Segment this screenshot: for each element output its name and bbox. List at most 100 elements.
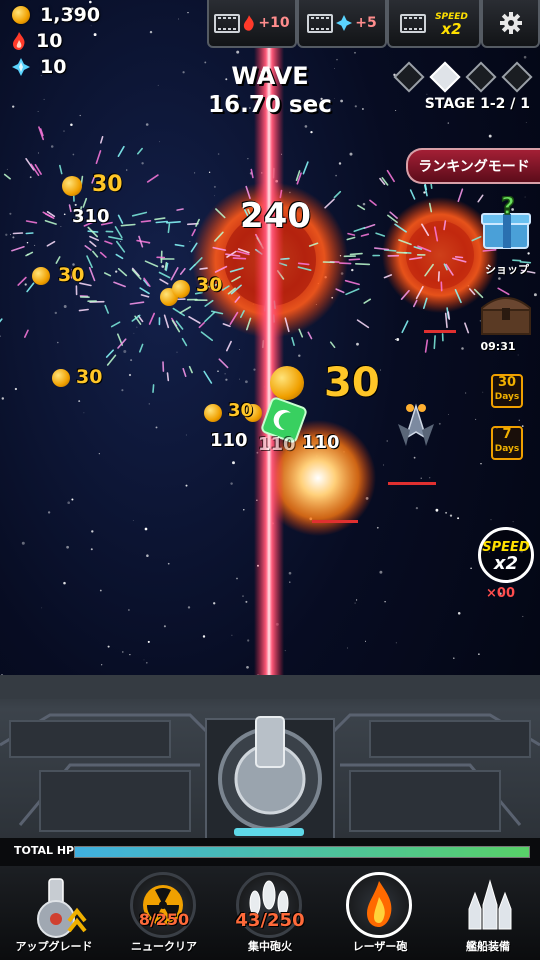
game-screen: 30 310 240 30 30 30 30 30 110 110 110 1,… [0, 0, 540, 960]
spark [204, 311, 215, 323]
spark [333, 190, 342, 199]
spark [346, 236, 356, 241]
laser-flame-icon [346, 872, 412, 938]
coin-drop [172, 280, 190, 298]
menu-label: レーザー砲 [352, 940, 408, 953]
stage-label: STAGE 1-2 / 1 [424, 96, 530, 112]
treasure-chest-button[interactable] [478, 288, 536, 338]
spark [338, 262, 352, 265]
spark [354, 262, 371, 266]
spark [120, 223, 136, 227]
damage-number: 310 [72, 206, 110, 227]
spark [166, 372, 170, 382]
spark [164, 261, 168, 271]
spark [226, 340, 232, 352]
spark [369, 199, 377, 206]
spark [188, 315, 201, 324]
damage-number-large: 240 [240, 196, 311, 236]
damage-number: 110 [210, 430, 248, 451]
spark [140, 294, 150, 298]
upgrade-turret-icon [20, 872, 87, 938]
coin-drop [32, 267, 50, 285]
spark [99, 251, 107, 259]
spark [104, 304, 109, 314]
speed-x2-button[interactable]: SPEED x2 [478, 527, 534, 583]
coin-value-large: 30 [324, 360, 380, 406]
shop-button[interactable]: ? [478, 191, 536, 256]
spark [163, 314, 170, 329]
reward-7-days-button[interactable]: 7 Days [491, 426, 523, 460]
spark [344, 279, 360, 286]
spark [84, 245, 92, 251]
gem-count: 10 [40, 56, 67, 78]
spark [117, 214, 124, 224]
spark [232, 257, 247, 260]
spark [158, 271, 171, 279]
booster-speed-ad[interactable]: SPEED x2 [387, 0, 481, 48]
spark [25, 220, 38, 224]
spark [26, 282, 35, 293]
spark [154, 217, 166, 221]
coin-drop [204, 404, 222, 422]
spark [329, 341, 336, 349]
laser-cannon-button[interactable]: レーザー砲 [332, 872, 428, 960]
spark [25, 251, 34, 257]
spark [357, 204, 366, 211]
barrage-button[interactable]: 43/250 集中砲火 [222, 872, 318, 960]
reward-30-days-button[interactable]: 30 Days [491, 374, 523, 408]
total-hp-bar [74, 846, 530, 858]
booster-gem-ad[interactable]: +5 [297, 0, 387, 48]
gear-icon [499, 12, 522, 34]
coin-value: 30 [58, 264, 85, 286]
spark [386, 169, 395, 183]
wave-title: WAVE [231, 62, 309, 90]
damage-number: 110 [258, 434, 296, 455]
video-ad-icon [400, 13, 427, 33]
spark [86, 255, 93, 269]
spark [159, 278, 169, 285]
spark [152, 384, 155, 394]
svg-text:?: ? [501, 196, 515, 220]
coin-drop-large [270, 366, 304, 400]
gem-icon [12, 58, 30, 76]
spark [25, 158, 35, 171]
spark [12, 232, 24, 235]
coin-value: 30 [228, 400, 254, 421]
spark [78, 308, 89, 312]
spark [396, 251, 408, 254]
spark [353, 226, 366, 233]
spark [68, 204, 72, 213]
spark [131, 268, 142, 280]
spark [188, 365, 193, 374]
spark [140, 220, 152, 223]
spark [167, 223, 171, 234]
ship-equipment-button[interactable]: 艦船装備 [440, 872, 536, 960]
days-number: 30 [497, 375, 517, 390]
spark [155, 220, 168, 224]
booster-fire-ad[interactable]: +10 [207, 0, 297, 48]
spark [464, 322, 470, 334]
spark [179, 306, 191, 314]
upgrade-button[interactable]: アップグレード [6, 872, 102, 960]
coin-drop [62, 176, 82, 196]
coin-icon [12, 6, 30, 24]
total-hp-fill [75, 847, 529, 857]
fire-balance: 10 [12, 30, 62, 52]
spark [55, 256, 61, 264]
spark [139, 343, 144, 353]
spark [360, 233, 370, 237]
spark [171, 319, 181, 333]
spark [115, 253, 124, 260]
spark [179, 267, 186, 275]
coin-count: 1,390 [40, 4, 101, 26]
spark [0, 318, 3, 323]
spark [447, 311, 451, 320]
settings-button[interactable] [481, 0, 540, 48]
fire-count: 10 [36, 30, 63, 52]
spark [181, 337, 188, 347]
ranking-mode-button[interactable]: ランキングモード [406, 148, 540, 184]
nuclear-button[interactable]: 8/250 ニュークリア [116, 872, 212, 960]
menu-label: 集中砲火 [248, 940, 292, 953]
spark [104, 272, 112, 277]
spark [176, 208, 184, 211]
